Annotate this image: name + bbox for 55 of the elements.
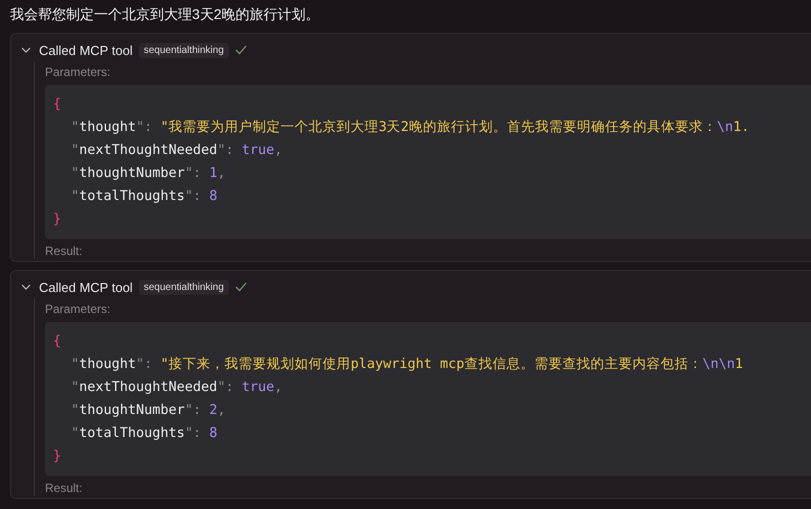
code-punctuation: " <box>71 188 80 204</box>
code-string: "接下来，我需要规划如何使用playwright mcp查找信息。需要查找的主要内容包括： <box>160 356 702 372</box>
code-punctuation: " <box>71 379 80 395</box>
result-label: Result: <box>45 243 84 259</box>
code-punctuation: , <box>274 142 282 158</box>
code-key: thoughtNumber <box>79 402 185 418</box>
code-string: "我需要为用户制定一个北京到大理3天2晚的旅行计划。首先我需要明确任务的具体要求： <box>160 119 717 135</box>
code-key: thought <box>79 119 136 135</box>
code-value: 1 <box>209 165 218 181</box>
code-brace: { <box>53 333 62 349</box>
code-string: 1. <box>733 119 750 135</box>
code-punctuation: " <box>71 356 80 372</box>
code-key: thoughtNumber <box>79 165 185 181</box>
code-key: nextThoughtNeeded <box>79 142 218 158</box>
code-key: totalThoughts <box>79 188 185 204</box>
code-punctuation: ": <box>217 379 235 395</box>
code-escape: \n\n <box>702 356 735 372</box>
code-value: true <box>242 142 274 158</box>
code-brace: } <box>53 211 62 227</box>
tool-call-title: Called MCP tool <box>39 42 133 58</box>
code-key: nextThoughtNeeded <box>79 379 218 395</box>
tool-name-tag: sequentialthinking <box>138 280 229 294</box>
code-punctuation: , <box>274 379 282 395</box>
code-value: 2 <box>209 402 218 418</box>
code-brace: } <box>53 448 62 464</box>
parameters-label: Parameters: <box>45 64 112 81</box>
tool-name-tag: sequentialthinking <box>138 42 229 58</box>
code-punctuation: ": <box>184 425 202 441</box>
code-value: true <box>242 379 274 395</box>
result-label: Result: <box>45 480 84 496</box>
code-escape: \n <box>716 119 734 135</box>
code-value: 8 <box>209 425 218 441</box>
code-punctuation: ": <box>184 165 202 181</box>
code-punctuation: " <box>71 119 80 135</box>
code-punctuation: ": <box>136 119 154 135</box>
code-punctuation: ": <box>136 356 154 372</box>
code-punctuation: " <box>71 425 80 441</box>
code-key: totalThoughts <box>79 425 185 441</box>
assistant-message: 我会帮您制定一个北京到大理3天2晚的旅行计划。 <box>10 5 321 24</box>
code-punctuation: " <box>71 402 80 418</box>
code-value: 8 <box>209 188 218 204</box>
code-punctuation: " <box>71 165 80 181</box>
code-punctuation: " <box>71 142 80 158</box>
parameters-label: Parameters: <box>45 301 112 318</box>
code-punctuation: ": <box>184 402 202 418</box>
code-punctuation: , <box>217 402 226 418</box>
code-punctuation: , <box>217 165 226 181</box>
tool-call-title: Called MCP tool <box>39 280 133 294</box>
code-brace: { <box>53 96 62 112</box>
code-punctuation: ": <box>217 142 235 158</box>
code-punctuation: ": <box>184 188 202 204</box>
chevron-icon[interactable] <box>21 282 31 292</box>
code-string: 1 <box>734 356 744 372</box>
chevron-icon[interactable] <box>21 45 31 55</box>
code-key: thought <box>79 356 136 372</box>
